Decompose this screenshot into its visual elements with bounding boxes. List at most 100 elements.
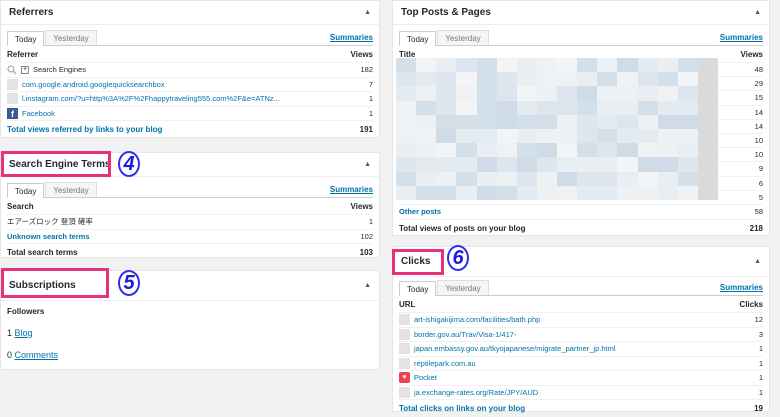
table-row: ja.exchange-rates.org/Rate/JPY/AUD 1 <box>399 386 763 400</box>
mosaic-cell <box>617 86 638 101</box>
summaries-link[interactable]: Summaries <box>720 283 763 295</box>
mosaic-cell <box>557 143 578 158</box>
tab-today[interactable]: Today <box>399 31 437 46</box>
mosaic-cell <box>516 114 537 129</box>
click-url-link[interactable]: border.gov.au/Trav/Visa-1/417- <box>414 330 516 339</box>
views-value: 5 <box>758 192 763 202</box>
mosaic-cell <box>557 128 578 144</box>
comments-link[interactable]: Comments <box>15 350 59 360</box>
mosaic-cell <box>476 128 497 144</box>
click-url-link[interactable]: art-ishigakijima.com/facilities/bath.php <box>414 315 540 324</box>
table-row: ♥ Pocket 1 <box>399 371 763 386</box>
blog-link[interactable]: Blog <box>15 328 33 338</box>
collapse-arrow-icon[interactable]: ▲ <box>364 9 371 16</box>
collapse-arrow-icon[interactable]: ▲ <box>364 161 371 168</box>
views-value: 48 <box>754 65 763 75</box>
mosaic-cell <box>637 143 658 158</box>
total-row: Total search terms 103 <box>7 244 373 261</box>
mosaic-cell <box>476 143 497 158</box>
mosaic-cell <box>516 72 537 87</box>
mosaic-cell <box>396 157 417 172</box>
referrer-link[interactable]: com.google.android.googlequicksearchbox <box>22 80 165 89</box>
total-label[interactable]: Total clicks on links on your blog <box>399 404 525 413</box>
tab-yesterday[interactable]: Yesterday <box>437 280 489 295</box>
tab-yesterday[interactable]: Yesterday <box>45 30 97 45</box>
total-label[interactable]: Total views referred by links to your bl… <box>7 125 162 134</box>
other-posts-link[interactable]: Other posts <box>399 207 441 216</box>
mosaic-cell <box>697 157 718 172</box>
mosaic-cell <box>516 185 537 200</box>
views-value: 10 <box>754 136 763 146</box>
column-header-views: Views <box>740 49 763 59</box>
total-row: Total clicks on links on your blog 19 <box>399 400 763 417</box>
collapse-arrow-icon[interactable]: ▲ <box>754 258 761 265</box>
summaries-link[interactable]: Summaries <box>330 185 373 197</box>
click-url-link[interactable]: Pocket <box>414 373 437 382</box>
panel-title: Top Posts & Pages <box>401 7 491 18</box>
collapse-arrow-icon[interactable]: ▲ <box>754 9 761 16</box>
mosaic-cell <box>436 143 457 158</box>
mosaic-cell <box>617 100 638 115</box>
mosaic-cell <box>456 86 477 101</box>
referrer-label: Search Engines <box>33 65 86 75</box>
views-value: 14 <box>754 121 763 131</box>
top-posts-header[interactable]: Top Posts & Pages ▲ <box>393 1 769 25</box>
mosaic-cell <box>396 100 417 115</box>
tab-yesterday[interactable]: Yesterday <box>45 182 97 197</box>
mosaic-cell <box>657 58 678 73</box>
mosaic-cell <box>657 114 678 129</box>
mosaic-cell <box>677 128 698 144</box>
mosaic-cell <box>577 72 598 87</box>
click-url-link[interactable]: reptilepark.com.au <box>414 359 476 368</box>
views-value: 6 <box>758 178 763 188</box>
click-url-link[interactable]: japan.embassy.gov.au/tkyojapanese/migrat… <box>414 344 616 353</box>
column-header-clicks: Clicks <box>739 299 763 309</box>
mosaic-cell <box>436 114 457 129</box>
mosaic-cell <box>536 143 557 158</box>
mosaic-cell <box>416 128 437 144</box>
tab-today[interactable]: Today <box>7 31 45 46</box>
mosaic-cell <box>597 157 618 172</box>
table-row: art-ishigakijima.com/facilities/bath.php… <box>399 313 763 328</box>
views-value: 1 <box>368 108 373 118</box>
mosaic-cell <box>577 185 598 200</box>
panel-title: Referrers <box>9 7 54 18</box>
site-favicon-icon <box>7 78 18 90</box>
other-posts-value: 58 <box>754 207 763 217</box>
unknown-terms-link[interactable]: Unknown search terms <box>7 232 90 241</box>
table-header: Search Views <box>7 198 373 215</box>
mosaic-cell <box>637 185 658 200</box>
mosaic-cell <box>657 171 678 186</box>
collapse-arrow-icon[interactable]: ▲ <box>364 282 371 289</box>
mosaic-cell <box>597 128 618 144</box>
mosaic-cell <box>516 157 537 172</box>
mosaic-cell <box>577 143 598 158</box>
summaries-link[interactable]: Summaries <box>330 33 373 45</box>
mosaic-cell <box>597 185 618 200</box>
tab-today[interactable]: Today <box>7 183 45 198</box>
referrers-header[interactable]: Referrers ▲ <box>1 1 379 25</box>
mosaic-cell <box>637 157 658 172</box>
tab-yesterday[interactable]: Yesterday <box>437 30 489 45</box>
mosaic-cell <box>697 143 718 158</box>
mosaic-cell <box>677 114 698 129</box>
table-header: URL Clicks <box>399 296 763 313</box>
referrer-link[interactable]: Facebook <box>22 109 55 118</box>
tabs-row: Today Yesterday Summaries <box>399 279 763 296</box>
mosaic-cell <box>496 114 517 129</box>
mosaic-cell <box>617 58 638 73</box>
referrer-link[interactable]: l.instagram.com/?u=http%3A%2F%2Fhappytra… <box>22 94 280 103</box>
tab-today[interactable]: Today <box>399 281 437 296</box>
mosaic-cell <box>476 171 497 186</box>
mosaic-cell <box>416 157 437 172</box>
mosaic-cell <box>536 58 557 73</box>
expand-icon[interactable]: + <box>21 65 29 74</box>
mosaic-cell <box>677 72 698 87</box>
mosaic-cell <box>436 171 457 186</box>
mosaic-cell <box>536 100 557 115</box>
mosaic-cell <box>577 100 598 115</box>
click-url-link[interactable]: ja.exchange-rates.org/Rate/JPY/AUD <box>414 388 538 397</box>
summaries-link[interactable]: Summaries <box>720 33 763 45</box>
mosaic-cell <box>577 157 598 172</box>
mosaic-cell <box>677 100 698 115</box>
